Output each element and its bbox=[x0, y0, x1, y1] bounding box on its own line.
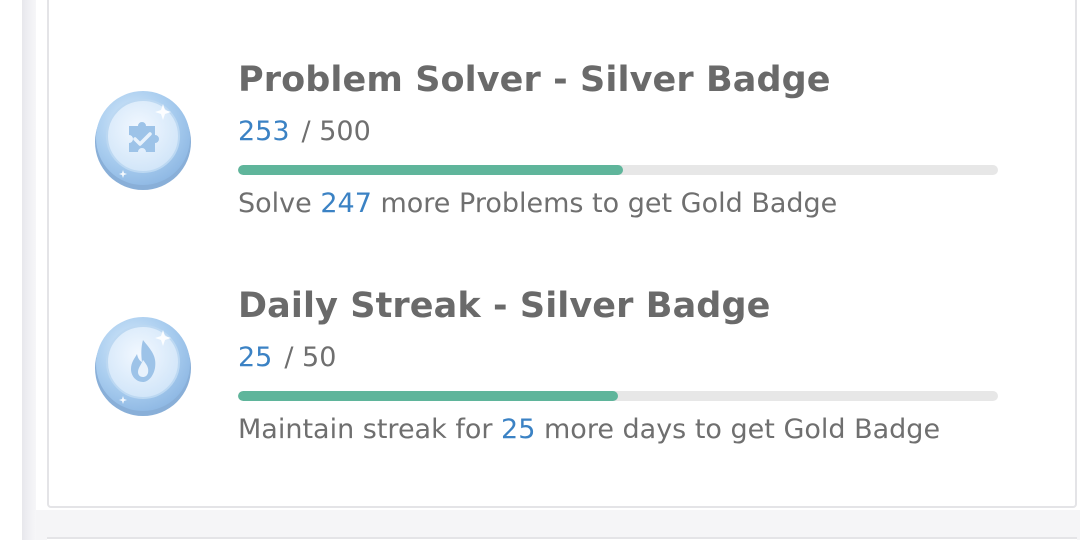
left-rail bbox=[0, 0, 22, 540]
silver-medal-puzzle-icon bbox=[95, 91, 191, 190]
count-current: 25 bbox=[238, 342, 273, 373]
hint-prefix: Solve bbox=[238, 188, 312, 219]
count-total: / 500 bbox=[301, 116, 371, 147]
progress-bar bbox=[238, 391, 998, 401]
hint-number: 247 bbox=[320, 188, 372, 219]
hint-suffix: more days to get Gold Badge bbox=[544, 414, 941, 445]
progress-fill bbox=[238, 165, 623, 175]
hint-number: 25 bbox=[501, 414, 536, 445]
next-badge-hint: Solve 247 more Problems to get Gold Badg… bbox=[238, 188, 837, 219]
progress-count: 253 / 500 bbox=[238, 116, 371, 147]
achievements-page: Problem Solver - Silver Badge 253 / 500 S… bbox=[0, 0, 1080, 540]
hint-suffix: more Problems to get Gold Badge bbox=[380, 188, 838, 219]
left-shadow bbox=[22, 0, 36, 540]
progress-bar bbox=[238, 165, 998, 175]
badge-title: Daily Streak - Silver Badge bbox=[238, 286, 771, 326]
progress-fill bbox=[238, 391, 618, 401]
next-badge-hint: Maintain streak for 25 more days to get … bbox=[238, 414, 940, 445]
progress-count: 25 / 50 bbox=[238, 342, 336, 373]
count-current: 253 bbox=[238, 116, 290, 147]
count-total: / 50 bbox=[284, 342, 337, 373]
hint-prefix: Maintain streak for bbox=[238, 414, 493, 445]
card-gap bbox=[36, 510, 1080, 540]
badge-title: Problem Solver - Silver Badge bbox=[238, 60, 831, 100]
silver-medal-flame-icon bbox=[95, 317, 191, 416]
